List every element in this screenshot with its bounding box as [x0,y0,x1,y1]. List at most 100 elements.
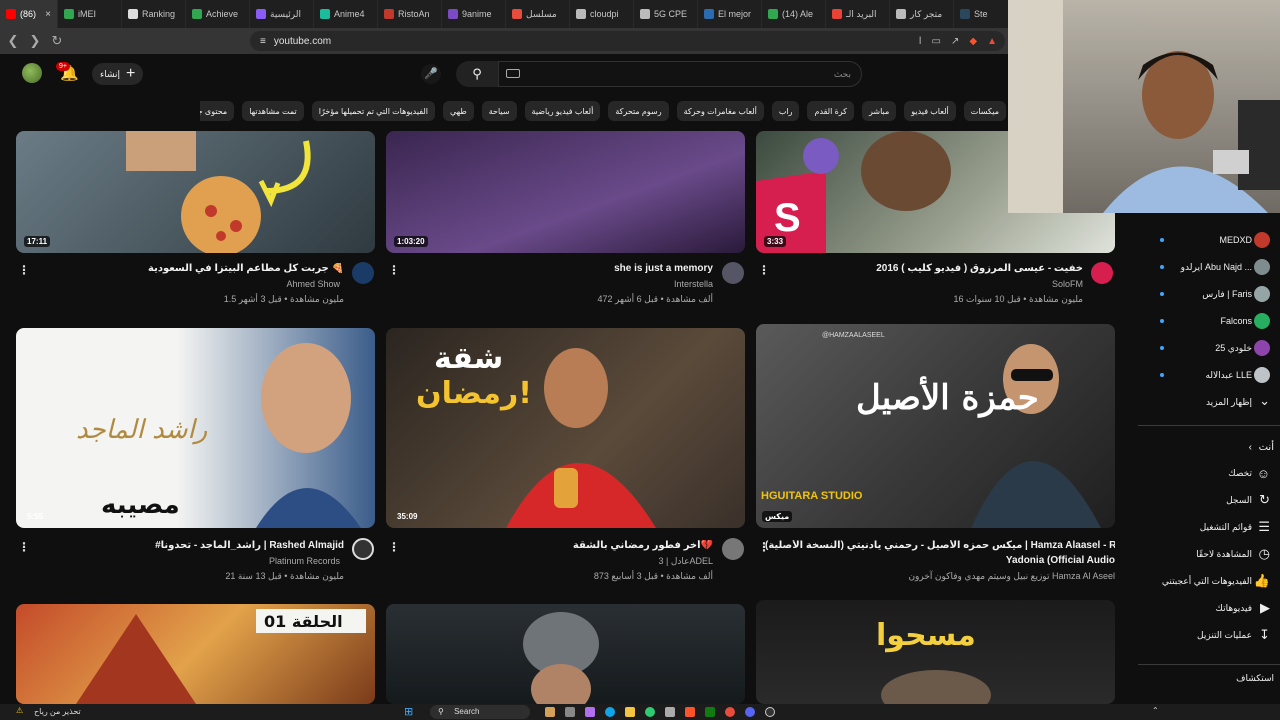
subscription-item[interactable]: MEDXD [1140,229,1280,251]
browser-tab[interactable]: 9anime [442,0,506,28]
subscription-item[interactable]: ايرلدو Abu Najd ... [1140,256,1280,278]
subscription-item[interactable]: عبدالاله LLE [1140,364,1280,386]
browser-tab[interactable]: (86) × [0,0,58,28]
channel-name[interactable]: Platinum Records [269,556,340,566]
filter-chip[interactable]: ميكسات [963,101,1006,121]
create-button[interactable]: إنشاء + [92,63,144,85]
you-nav-item[interactable]: فيديوهاتك ▶ [1140,597,1280,619]
channel-avatar[interactable] [722,262,744,284]
you-nav-item[interactable]: الفيديوهات التي أعجبتني 👍 [1140,570,1280,592]
taskbar-app-icon[interactable] [725,707,735,717]
channel-name[interactable]: توزيع نبيل وسيتم مهدي وفاكون آخرون Hamza… [908,571,1115,582]
browser-tab[interactable]: الرئيسية [250,0,314,28]
taskbar-app-icon[interactable] [625,707,635,717]
keyboard-icon[interactable] [506,69,520,78]
channel-name[interactable]: عادل | 3ADEL [658,556,713,567]
reload-icon[interactable]: ↻ [46,33,68,49]
you-nav-item[interactable]: تخصك ☺ [1140,462,1280,484]
taskbar-app-icon[interactable] [685,707,695,717]
video-title[interactable]: #راشد_الماجد - تحدونا | Rashed Almajid [44,540,344,551]
taskbar-app-icon[interactable] [705,707,715,717]
filter-chip[interactable]: كرة القدم [807,101,854,121]
filter-chip[interactable]: سياحة [481,101,517,121]
video-thumbnail[interactable]: 1:03:20 [386,131,745,253]
taskbar-app-icon[interactable] [745,707,755,717]
video-thumbnail[interactable]: الحلقة 01 [16,604,375,704]
more-actions-icon[interactable]: ⋮ [18,540,30,554]
channel-name[interactable]: Ahmed Show [286,279,340,289]
taskbar-app-icon[interactable] [565,707,575,717]
windows-start-icon[interactable]: ⊞ [404,705,413,718]
browser-tab[interactable]: El mejor [698,0,762,28]
taskbar-app-icon[interactable] [585,707,595,717]
taskbar-app-icon[interactable] [765,707,775,717]
you-section-header[interactable]: أنت ‹ [1140,436,1280,458]
taskbar-app-icon[interactable] [545,707,555,717]
account-avatar[interactable] [22,63,42,83]
channel-avatar[interactable] [352,262,374,284]
browser-tab[interactable]: Ranking [122,0,186,28]
search-button[interactable]: ⚲ [456,61,498,87]
channel-avatar[interactable] [352,538,374,560]
filter-chip[interactable]: ألعاب مغامرات وحركة [676,101,764,121]
channel-avatar[interactable] [1091,262,1113,284]
browser-tab[interactable]: iMEI [58,0,122,28]
browser-tab[interactable]: Achieve [186,0,250,28]
filter-chip[interactable]: طهي [443,101,474,121]
subscription-item[interactable]: فارس | Faris [1140,283,1280,305]
brave-rewards-icon[interactable]: ▲ [987,36,997,47]
video-title[interactable]: she is just a memory [513,263,713,274]
back-icon[interactable]: ❮ [2,33,24,49]
video-title[interactable]: جربت كل مطاعم البيتزا في السعودية 🍕 [144,263,344,274]
browser-tab[interactable]: RistoAn [378,0,442,28]
show-more-button[interactable]: إظهار المزيد ⌄ [1140,391,1280,413]
video-thumbnail[interactable]: مسحوا [756,600,1115,704]
browser-tab[interactable]: 5G CPE [634,0,698,28]
brave-shield-icon[interactable]: ◆ [969,36,977,47]
weather-text[interactable]: تحذير من رياح [34,707,81,716]
taskbar-search[interactable]: ⚲ Search [430,705,530,719]
translate-icon[interactable]: ا [919,36,922,47]
taskbar-app-icon[interactable] [645,707,655,717]
search-input[interactable]: بحث [498,61,862,87]
filter-chip[interactable]: محتوى جديد لك [200,101,235,121]
filter-chip[interactable]: مباشر [861,101,897,121]
video-title[interactable]: ميكس حمزه الأصيل - رحمني يادنيتي (النسخة… [765,540,1115,551]
filter-chip[interactable]: تمت مشاهدتها [242,101,304,121]
more-actions-icon[interactable]: ⋮ [388,263,400,277]
filter-chip[interactable]: ألعاب فيديو [904,101,956,121]
video-thumbnail[interactable]: حمزة الأصيل HGUITARA STUDIO @HAMZAALASEE… [756,324,1115,528]
you-nav-item[interactable]: عمليات التنزيل ↧ [1140,624,1280,646]
video-title-line2[interactable]: Yadonia (Official Audio [1006,555,1115,566]
taskbar-app-icon[interactable] [605,707,615,717]
browser-tab[interactable]: cloudpi [570,0,634,28]
site-info-icon[interactable]: ≡ [260,36,266,47]
more-actions-icon[interactable]: ⋮ [758,540,770,554]
browser-tab[interactable]: متجر كار [890,0,954,28]
channel-avatar[interactable] [722,538,744,560]
video-thumbnail[interactable] [386,604,745,704]
browser-tab[interactable]: Anime4 [314,0,378,28]
you-nav-item[interactable]: المشاهدة لاحقًا ◷ [1140,543,1280,565]
channel-name[interactable]: SoloFM [1052,279,1083,289]
more-actions-icon[interactable]: ⋮ [758,263,770,277]
browser-tab[interactable]: مسلسل [506,0,570,28]
video-thumbnail[interactable]: راشد الماجد مصيبه 5:55 [16,328,375,528]
weather-warning-icon[interactable]: ⚠ [16,706,23,715]
you-nav-item[interactable]: قوائم التشغيل ☰ [1140,516,1280,538]
tray-chevron-icon[interactable]: ⌃ [1152,706,1159,715]
more-actions-icon[interactable]: ⋮ [18,263,30,277]
browser-tab[interactable]: Ste [954,0,1010,28]
filter-chip[interactable]: ألعاب فيديو رياضية [524,101,601,121]
channel-name[interactable]: Interstella [674,279,713,289]
share-icon[interactable]: ↗ [951,36,959,47]
voice-search-mic-icon[interactable]: 🎤 [421,64,441,84]
cast-icon[interactable]: ▭ [932,36,941,47]
you-nav-item[interactable]: السجل ↻ [1140,489,1280,511]
forward-icon[interactable]: ❯ [24,33,46,49]
browser-tab[interactable]: البريد الـ [826,0,890,28]
video-title[interactable]: أخر فطور رمضاني بالشقة💔 [463,540,713,551]
video-thumbnail[interactable]: 17:11 [16,131,375,253]
subscription-item[interactable]: خلودي 25 [1140,337,1280,359]
video-title[interactable]: خفيت - عيسى المرزوق ( فيديو كليب ) 2016 [783,263,1083,274]
